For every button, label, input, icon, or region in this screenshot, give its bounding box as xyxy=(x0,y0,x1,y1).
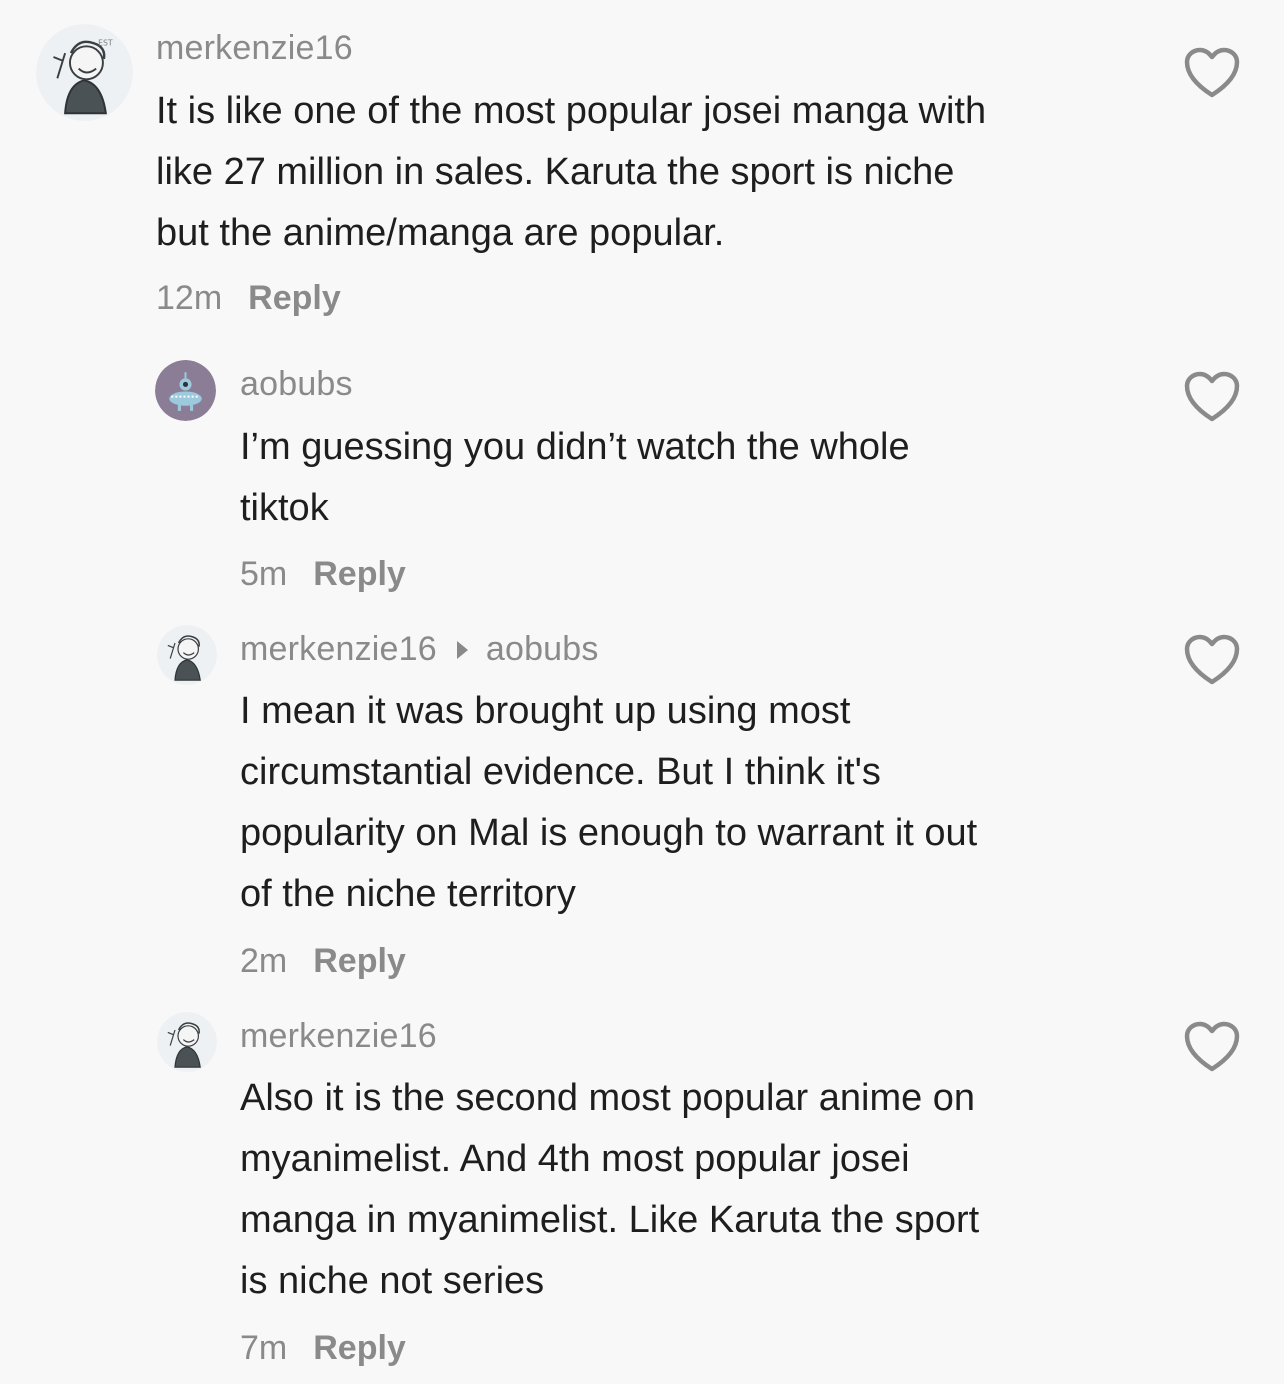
reply-to-username[interactable]: aobubs xyxy=(486,630,599,669)
reply-button[interactable]: Reply xyxy=(313,1329,406,1368)
avatar-merkenzie16[interactable]: EST xyxy=(36,24,133,121)
reply-button[interactable]: Reply xyxy=(313,942,406,981)
comment-text: Also it is the second most popular anime… xyxy=(240,1077,980,1302)
avatar-aobubs[interactable] xyxy=(155,360,216,421)
comment-username[interactable]: merkenzie16 xyxy=(156,29,353,68)
avatar-merkenzie16[interactable] xyxy=(157,1012,217,1072)
comment-username[interactable]: aobubs xyxy=(240,365,353,404)
avatar-merkenzie16[interactable] xyxy=(157,625,217,685)
heart-icon[interactable] xyxy=(1184,47,1240,99)
reply-button[interactable]: Reply xyxy=(313,555,406,594)
heart-icon[interactable] xyxy=(1184,1021,1240,1073)
comment-text: I’m guessing you didn’t watch the whole … xyxy=(240,426,910,529)
heart-icon[interactable] xyxy=(1184,634,1240,686)
reply-button[interactable]: Reply xyxy=(248,279,341,318)
comment-username[interactable]: merkenzie16 xyxy=(240,630,437,669)
heart-icon[interactable] xyxy=(1184,371,1240,423)
comment-username[interactable]: merkenzie16 xyxy=(240,1017,437,1056)
comment-timestamp: 2m xyxy=(240,942,288,980)
svg-text:EST: EST xyxy=(98,38,113,47)
comment-timestamp: 7m xyxy=(240,1329,288,1367)
comment-timestamp: 12m xyxy=(156,279,223,317)
comment-timestamp: 5m xyxy=(240,555,288,593)
comment-text: I mean it was brought up using most circ… xyxy=(240,690,978,915)
comment-text: It is like one of the most popular josei… xyxy=(156,90,987,254)
caret-right-icon xyxy=(456,640,468,659)
